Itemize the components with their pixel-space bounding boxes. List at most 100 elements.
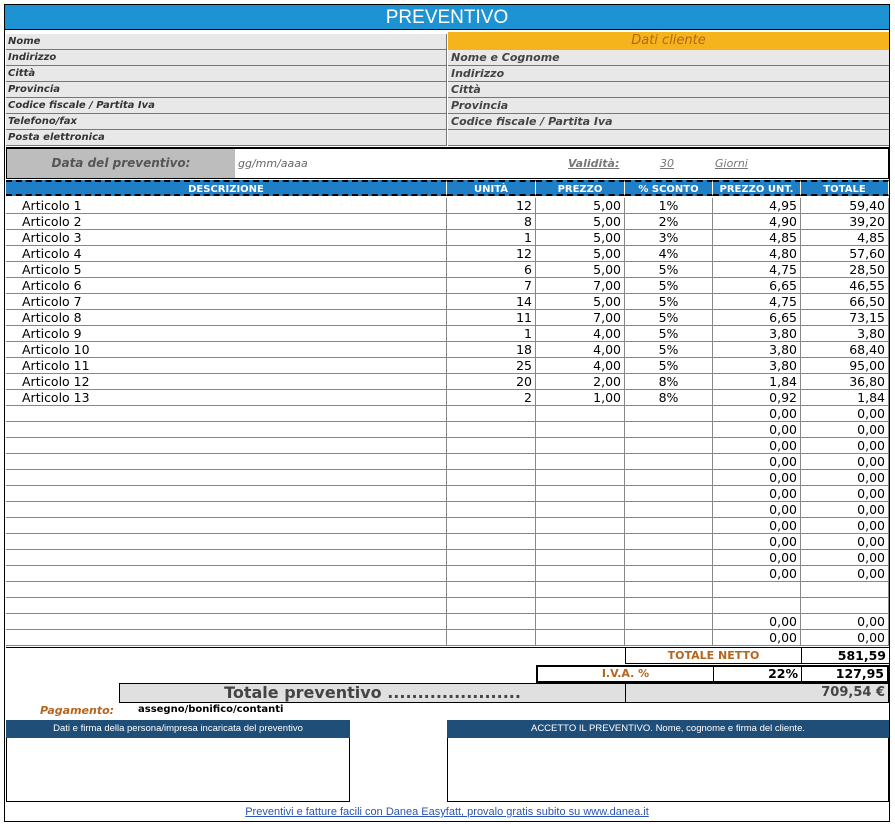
item-cell[interactable] (625, 454, 713, 470)
item-description[interactable]: Articolo 13 (6, 390, 447, 406)
item-cell[interactable]: 5% (625, 326, 713, 342)
item-cell[interactable]: 2 (447, 390, 536, 406)
item-description[interactable] (6, 470, 447, 486)
client-field[interactable]: Nome e Cognome (448, 50, 889, 66)
item-description[interactable]: Articolo 12 (6, 374, 447, 390)
item-cell[interactable]: 1% (625, 198, 713, 214)
vat-rate[interactable]: 22% (713, 667, 801, 681)
item-cell[interactable] (447, 614, 536, 630)
item-description[interactable]: Articolo 3 (6, 230, 447, 246)
item-cell[interactable] (447, 582, 536, 598)
item-cell[interactable] (536, 422, 625, 438)
item-cell[interactable]: 5,00 (536, 214, 625, 230)
item-cell[interactable] (447, 406, 536, 422)
item-cell[interactable] (447, 630, 536, 646)
item-cell[interactable] (625, 598, 713, 614)
item-cell[interactable]: 5% (625, 342, 713, 358)
item-cell[interactable] (625, 534, 713, 550)
company-field[interactable]: Nome (6, 34, 447, 50)
item-cell[interactable] (536, 470, 625, 486)
item-cell[interactable]: 7,00 (536, 278, 625, 294)
item-description[interactable]: Articolo 10 (6, 342, 447, 358)
item-cell[interactable] (447, 422, 536, 438)
item-description[interactable] (6, 422, 447, 438)
item-description[interactable]: Articolo 9 (6, 326, 447, 342)
item-cell[interactable]: 5% (625, 278, 713, 294)
client-field[interactable]: Indirizzo (448, 66, 889, 82)
client-field[interactable]: Città (448, 82, 889, 98)
item-cell[interactable]: 8% (625, 390, 713, 406)
client-field[interactable]: Provincia (448, 98, 889, 114)
item-cell[interactable]: 7 (447, 278, 536, 294)
item-description[interactable]: Articolo 5 (6, 262, 447, 278)
item-cell[interactable] (625, 438, 713, 454)
item-cell[interactable] (625, 486, 713, 502)
item-cell[interactable] (536, 598, 625, 614)
item-description[interactable] (6, 566, 447, 582)
quote-date-input[interactable]: gg/mm/aaaa (238, 149, 438, 178)
item-cell[interactable] (536, 486, 625, 502)
validity-days-input[interactable]: 30 (660, 149, 690, 178)
item-cell[interactable] (536, 438, 625, 454)
item-description[interactable] (6, 582, 447, 598)
item-cell[interactable]: 4,00 (536, 342, 625, 358)
item-cell[interactable] (536, 454, 625, 470)
item-cell[interactable]: 6 (447, 262, 536, 278)
company-field[interactable]: Codice fiscale / Partita Iva (6, 98, 447, 114)
item-cell[interactable] (625, 406, 713, 422)
item-description[interactable]: Articolo 4 (6, 246, 447, 262)
item-cell[interactable]: 1 (447, 326, 536, 342)
item-description[interactable] (6, 438, 447, 454)
item-cell[interactable]: 5% (625, 262, 713, 278)
item-cell[interactable]: 5,00 (536, 230, 625, 246)
item-cell[interactable] (625, 502, 713, 518)
item-cell[interactable]: 5,00 (536, 262, 625, 278)
item-cell[interactable] (447, 502, 536, 518)
item-cell[interactable]: 4,00 (536, 326, 625, 342)
item-cell[interactable] (536, 630, 625, 646)
item-cell[interactable] (447, 470, 536, 486)
item-cell[interactable] (625, 422, 713, 438)
item-description[interactable]: Articolo 6 (6, 278, 447, 294)
item-description[interactable] (6, 534, 447, 550)
item-description[interactable] (6, 614, 447, 630)
item-cell[interactable]: 25 (447, 358, 536, 374)
item-cell[interactable] (536, 614, 625, 630)
item-description[interactable] (6, 630, 447, 646)
footer-link[interactable]: Preventivi e fatture facili con Danea Ea… (4, 802, 890, 822)
item-cell[interactable] (447, 566, 536, 582)
item-cell[interactable]: 1 (447, 230, 536, 246)
item-cell[interactable]: 2,00 (536, 374, 625, 390)
item-cell[interactable] (625, 470, 713, 486)
client-blank-row[interactable] (448, 130, 889, 146)
item-cell[interactable] (536, 582, 625, 598)
item-description[interactable]: Articolo 7 (6, 294, 447, 310)
item-cell[interactable]: 12 (447, 198, 536, 214)
item-description[interactable] (6, 550, 447, 566)
item-cell[interactable] (536, 566, 625, 582)
item-description[interactable] (6, 598, 447, 614)
item-cell[interactable]: 1,00 (536, 390, 625, 406)
item-description[interactable] (6, 502, 447, 518)
item-description[interactable] (6, 518, 447, 534)
item-cell[interactable] (447, 534, 536, 550)
item-description[interactable]: Articolo 2 (6, 214, 447, 230)
item-cell[interactable] (536, 550, 625, 566)
client-field[interactable]: Codice fiscale / Partita Iva (448, 114, 889, 130)
item-cell[interactable]: 5% (625, 310, 713, 326)
item-cell[interactable]: 5,00 (536, 198, 625, 214)
item-cell[interactable]: 5% (625, 358, 713, 374)
item-cell[interactable] (625, 566, 713, 582)
item-cell[interactable]: 7,00 (536, 310, 625, 326)
item-cell[interactable]: 4,00 (536, 358, 625, 374)
item-cell[interactable] (447, 550, 536, 566)
item-cell[interactable]: 5,00 (536, 294, 625, 310)
item-cell[interactable]: 12 (447, 246, 536, 262)
item-cell[interactable]: 4% (625, 246, 713, 262)
item-cell[interactable] (447, 486, 536, 502)
company-field[interactable]: Telefono/fax (6, 114, 447, 130)
item-cell[interactable]: 14 (447, 294, 536, 310)
item-cell[interactable] (625, 550, 713, 566)
item-cell[interactable] (536, 406, 625, 422)
item-cell[interactable] (536, 502, 625, 518)
